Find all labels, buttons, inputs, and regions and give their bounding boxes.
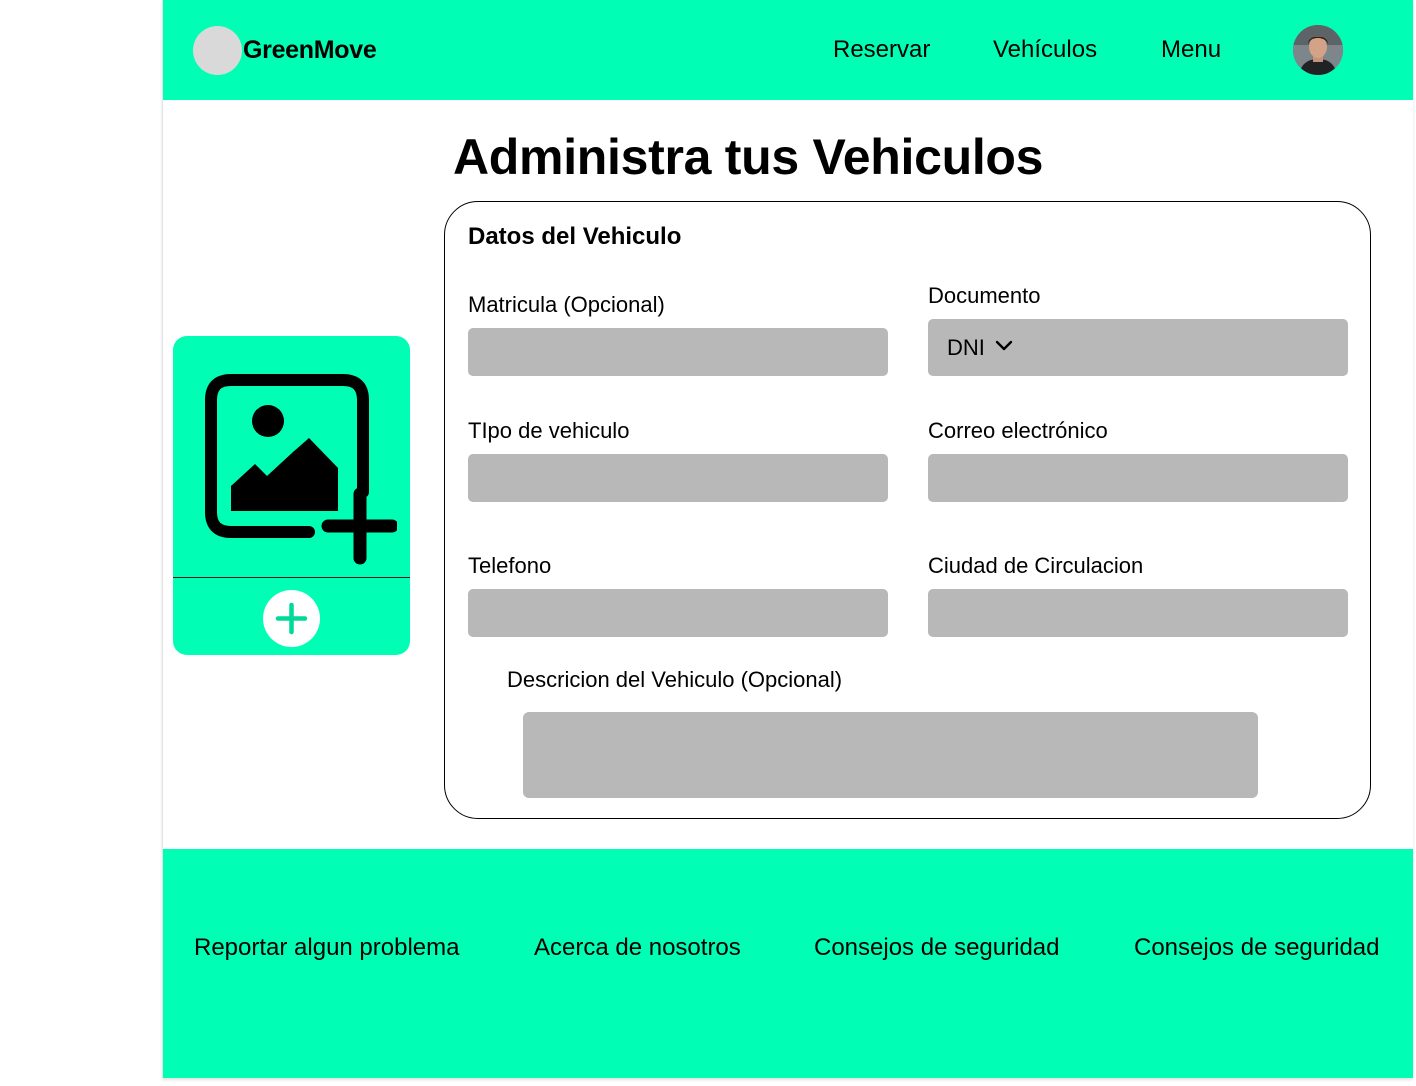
documento-selected-value: DNI [947, 335, 985, 360]
vehicle-data-form: Datos del Vehiculo Matricula (Opcional) … [444, 201, 1371, 819]
chevron-down-icon [995, 340, 1013, 351]
plus-circle-icon [275, 602, 308, 635]
footer-link-consejos[interactable]: Consejos de seguridad [814, 933, 1060, 963]
nav-vehiculos[interactable]: Vehículos [993, 35, 1097, 65]
documento-select[interactable]: DNI [928, 319, 1348, 376]
upload-divider [173, 577, 410, 578]
descripcion-textarea[interactable] [523, 712, 1258, 798]
matricula-input[interactable] [468, 328, 888, 376]
add-image-icon[interactable] [205, 374, 399, 566]
correo-label: Correo electrónico [928, 418, 1108, 443]
ciudad-label: Ciudad de Circulacion [928, 553, 1144, 578]
tipo-vehiculo-label: TIpo de vehiculo [468, 418, 630, 443]
nav-reservar[interactable]: Reservar [833, 35, 930, 65]
header-bar: GreenMove Reservar Vehículos Menu [163, 0, 1413, 100]
page-title: Administra tus Vehiculos [453, 129, 1044, 185]
brand-name[interactable]: GreenMove [243, 35, 377, 65]
telefono-label: Telefono [468, 553, 552, 578]
vehicle-image-upload-card[interactable] [173, 336, 410, 655]
tipo-vehiculo-input[interactable] [468, 454, 888, 502]
footer-link-acerca[interactable]: Acerca de nosotros [534, 933, 741, 963]
descripcion-label: Descricion del Vehiculo (Opcional) [507, 667, 843, 692]
ciudad-input[interactable] [928, 589, 1348, 637]
add-image-button[interactable] [263, 590, 320, 647]
footer-link-consejos-2[interactable]: Consejos de seguridad [1134, 933, 1380, 963]
telefono-input[interactable] [468, 589, 888, 637]
nav-menu[interactable]: Menu [1161, 35, 1221, 65]
documento-label: Documento [928, 283, 1041, 308]
page-frame: GreenMove Reservar Vehículos Menu Admini… [162, 0, 1413, 1078]
footer-bar: Reportar algun problema Acerca de nosotr… [163, 849, 1413, 1078]
footer-link-reportar[interactable]: Reportar algun problema [194, 933, 460, 963]
correo-input[interactable] [928, 454, 1348, 502]
matricula-label: Matricula (Opcional) [468, 292, 665, 317]
user-avatar-icon [1293, 25, 1343, 75]
logo-icon[interactable] [193, 26, 242, 75]
user-avatar[interactable] [1293, 25, 1343, 75]
form-heading: Datos del Vehiculo [468, 223, 682, 250]
